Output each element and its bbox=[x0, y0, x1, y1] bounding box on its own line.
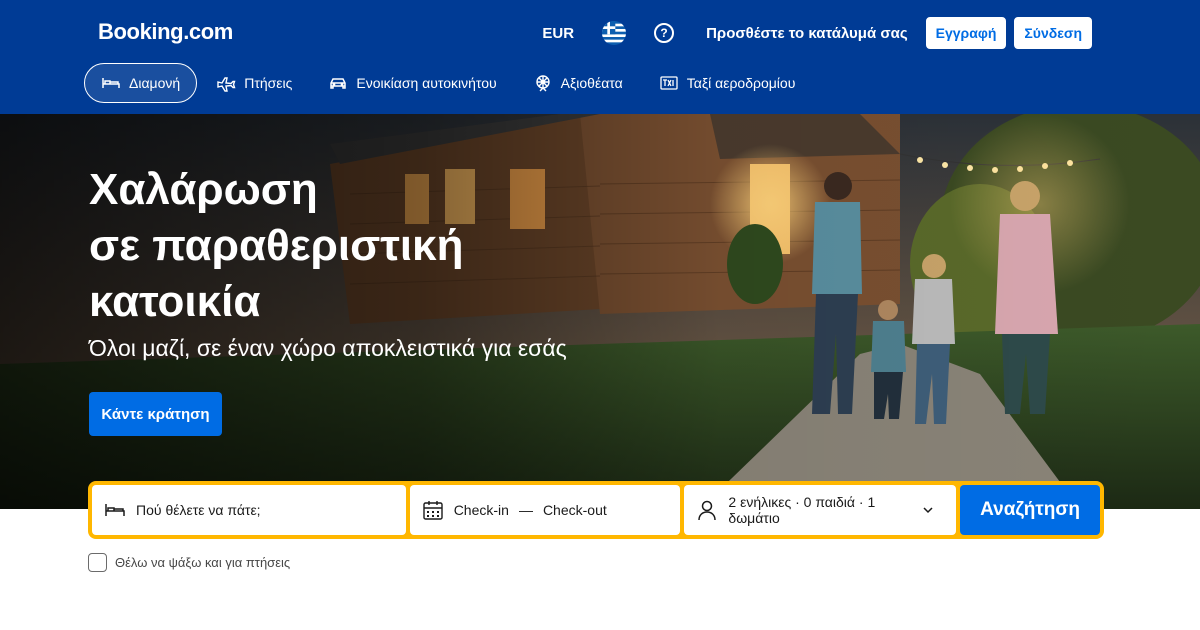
sign-in-button[interactable]: Σύνδεση bbox=[1014, 17, 1092, 49]
destination-placeholder: Πού θέλετε να πάτε; bbox=[136, 502, 261, 518]
attractions-icon bbox=[535, 75, 550, 92]
taxi-icon bbox=[660, 76, 678, 90]
occupancy-value: 2 ενήλικες · 0 παιδιά · 1 δωμάτιο bbox=[728, 494, 876, 526]
date-range-picker[interactable]: Check-in — Check-out bbox=[409, 485, 681, 535]
hero-title-line: Χαλάρωση bbox=[89, 165, 318, 214]
flights-checkbox-label[interactable]: Θέλω να ψάξω και για πτήσεις bbox=[115, 555, 290, 570]
currency-selector[interactable]: EUR bbox=[542, 25, 574, 42]
flights-checkbox-row: Θέλω να ψάξω και για πτήσεις bbox=[88, 553, 290, 572]
person-icon bbox=[698, 500, 717, 521]
airplane-icon bbox=[217, 77, 236, 92]
nav-label-flights: Πτήσεις bbox=[244, 75, 293, 91]
date-separator: — bbox=[518, 502, 533, 518]
car-icon bbox=[330, 78, 347, 89]
nav-label-car-rental: Ενοικίαση αυτοκινήτου bbox=[356, 75, 497, 91]
nav-label-attractions: Αξιοθέατα bbox=[560, 75, 623, 91]
search-button[interactable]: Αναζήτηση bbox=[960, 485, 1100, 535]
calendar-icon bbox=[422, 501, 443, 520]
booking-logo[interactable]: Booking.com bbox=[98, 19, 233, 45]
hero-title: Χαλάρωση σε παραθεριστική κατοικία bbox=[89, 162, 609, 330]
nav-item-car-rental[interactable]: Ενοικίαση αυτοκινήτου bbox=[311, 63, 513, 103]
checkin-label: Check-in bbox=[453, 502, 509, 518]
bed-icon bbox=[105, 504, 125, 516]
top-header: Booking.com EUR ? Προσθέστε το κατάλυμά … bbox=[0, 0, 1200, 114]
header-actions: EUR ? Προσθέστε το κατάλυμά σας Εγγραφή … bbox=[542, 17, 1092, 49]
nav-item-airport-taxi[interactable]: Ταξί αεροδρομίου bbox=[642, 63, 813, 103]
nav-item-attractions[interactable]: Αξιοθέατα bbox=[516, 63, 640, 103]
nav-label-stays: Διαμονή bbox=[129, 75, 181, 91]
product-nav: Διαμονή Πτήσεις Ενοικίαση αυτοκινήτου Αξ… bbox=[84, 63, 814, 103]
bed-icon bbox=[102, 78, 120, 88]
nav-item-stays[interactable]: Διαμονή bbox=[84, 63, 198, 103]
destination-input[interactable]: Πού θέλετε να πάτε; bbox=[92, 485, 406, 535]
hero-title-line: κατοικία bbox=[89, 277, 261, 326]
checkout-label: Check-out bbox=[542, 502, 607, 518]
list-property-link[interactable]: Προσθέστε το κατάλυμά σας bbox=[706, 25, 908, 42]
nav-item-flights[interactable]: Πτήσεις bbox=[199, 63, 309, 103]
nav-label-airport-taxi: Ταξί αεροδρομίου bbox=[686, 75, 796, 91]
book-now-button[interactable]: Κάντε κράτηση bbox=[89, 392, 222, 436]
search-bar: Πού θέλετε να πάτε; Check-in — Check-out… bbox=[88, 481, 1104, 539]
greece-flag-icon[interactable] bbox=[602, 21, 627, 45]
flights-checkbox[interactable] bbox=[88, 553, 107, 572]
help-icon[interactable]: ? bbox=[654, 23, 675, 43]
hero-title-line: σε παραθεριστική bbox=[89, 221, 464, 270]
chevron-down-icon bbox=[923, 507, 933, 514]
occupancy-selector[interactable]: 2 ενήλικες · 0 παιδιά · 1 δωμάτιο bbox=[684, 485, 957, 535]
register-button[interactable]: Εγγραφή bbox=[925, 17, 1007, 49]
hero-subtitle: Όλοι μαζί, σε έναν χώρο αποκλειστικά για… bbox=[89, 335, 567, 361]
